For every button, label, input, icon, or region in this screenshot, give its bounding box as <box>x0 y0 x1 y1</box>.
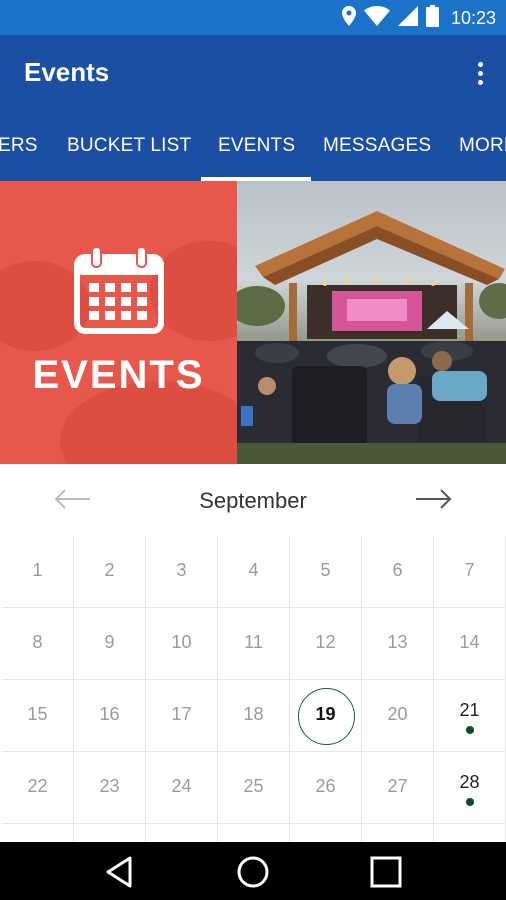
calendar-day-cell[interactable]: 22 <box>2 752 74 824</box>
calendar-day-cell[interactable]: 2 <box>74 536 146 608</box>
calendar-day-number: 4 <box>248 560 259 580</box>
calendar-day-number: 3 <box>176 560 187 580</box>
calendar-day-number: 24 <box>171 776 192 796</box>
calendar-day-cell[interactable]: 4 <box>218 536 290 608</box>
calendar-day-cell[interactable]: 3 <box>146 536 218 608</box>
calendar-day-cell[interactable]: 20 <box>362 680 434 752</box>
recents-icon[interactable] <box>368 854 404 890</box>
calendar-day-cell <box>146 824 218 842</box>
calendar-day-cell[interactable]: 11 <box>218 608 290 680</box>
calendar-day-number: 18 <box>243 704 264 724</box>
tab-bar: ERS BUCKET LIST EVENTS MESSAGES MORE <box>0 113 506 181</box>
event-dot-icon <box>465 798 474 806</box>
calendar-day-number: 1 <box>32 560 43 580</box>
calendar-day-cell[interactable]: 25 <box>218 752 290 824</box>
tab-ers[interactable]: ERS <box>0 113 38 181</box>
month-header: September <box>0 464 506 536</box>
calendar-day-cell[interactable]: 24 <box>146 752 218 824</box>
battery-icon <box>425 4 439 32</box>
status-icons: 10:23 <box>341 4 496 32</box>
calendar-day-cell <box>362 824 434 842</box>
calendar-day-number: 28 <box>459 772 480 792</box>
calendar-day-number: 17 <box>171 704 192 724</box>
calendar-day-cell[interactable]: 9 <box>74 608 146 680</box>
calendar-day-number: 23 <box>99 776 120 796</box>
calendar-day-cell[interactable]: 13 <box>362 608 434 680</box>
calendar-icon <box>74 246 164 334</box>
navigation-bar <box>0 842 506 900</box>
calendar-day-cell[interactable]: 15 <box>2 680 74 752</box>
status-bar: 10:23 <box>0 0 506 35</box>
wifi-icon <box>363 5 390 31</box>
calendar-day-cell[interactable]: 5 <box>290 536 362 608</box>
calendar-day-cell <box>218 824 290 842</box>
calendar-day-number: 6 <box>392 560 403 580</box>
calendar-day-number: 2 <box>104 560 115 580</box>
calendar-day-cell[interactable]: 26 <box>290 752 362 824</box>
calendar-day-cell[interactable]: 17 <box>146 680 218 752</box>
tab-more[interactable]: MORE <box>459 113 506 181</box>
hero-banner: EVENTS <box>0 181 506 464</box>
tab-bucket-list[interactable]: BUCKET LIST <box>67 113 191 181</box>
app-bar: Events <box>0 35 506 113</box>
calendar-day-number: 21 <box>459 700 480 720</box>
calendar-day-cell[interactable]: 8 <box>2 608 74 680</box>
calendar-day-number: 19 <box>315 704 336 724</box>
calendar-day-number: 12 <box>315 632 336 652</box>
calendar-day-number: 16 <box>99 704 120 724</box>
calendar-day-number: 27 <box>387 776 408 796</box>
page-title: Events <box>24 57 110 87</box>
signal-icon <box>397 5 418 31</box>
calendar-grid: 1 2 3 4 5 6 7 8 9 10 11 12 13 14 15 16 17 18 19 20 21 22 23 24 2… <box>2 536 506 842</box>
concert-scene <box>237 211 506 464</box>
calendar-day-number: 20 <box>387 704 408 724</box>
concert-photo <box>237 181 506 464</box>
calendar-day-number: 15 <box>27 704 48 724</box>
event-dot-icon <box>465 726 474 734</box>
calendar-day-cell[interactable]: 6 <box>362 536 434 608</box>
calendar-day-number: 9 <box>104 632 115 652</box>
hero-events-panel: EVENTS <box>0 181 237 464</box>
calendar-day-number: 11 <box>244 632 263 652</box>
back-icon[interactable] <box>102 854 138 890</box>
location-icon <box>341 5 356 31</box>
status-time: 10:23 <box>450 7 496 28</box>
calendar-day-number: 8 <box>32 632 43 652</box>
calendar-day-number: 26 <box>315 776 336 796</box>
tab-messages[interactable]: MESSAGES <box>323 113 431 181</box>
calendar-day-cell[interactable]: 7 <box>434 536 506 608</box>
calendar-day-number: 5 <box>320 560 331 580</box>
calendar-day-number: 22 <box>27 776 48 796</box>
calendar-day-cell <box>434 824 506 842</box>
calendar-day-cell[interactable]: 12 <box>290 608 362 680</box>
calendar-day-number: 13 <box>387 632 408 652</box>
calendar-day-cell[interactable]: 19 <box>290 680 362 752</box>
calendar-day-number: 7 <box>464 560 475 580</box>
calendar-day-number: 14 <box>459 632 480 652</box>
calendar-day-cell[interactable]: 10 <box>146 608 218 680</box>
calendar-day-number: 10 <box>171 632 192 652</box>
calendar-day-number: 25 <box>243 776 264 796</box>
calendar-day-cell[interactable]: 28 <box>434 752 506 824</box>
calendar-day-cell[interactable]: 29 <box>2 824 74 842</box>
home-icon[interactable] <box>235 854 271 890</box>
calendar-day-cell <box>290 824 362 842</box>
calendar-day-cell[interactable]: 16 <box>74 680 146 752</box>
calendar-day-cell[interactable]: 27 <box>362 752 434 824</box>
hero-title: EVENTS <box>32 353 205 397</box>
calendar-day-cell[interactable]: 14 <box>434 608 506 680</box>
calendar-day-cell[interactable]: 21 <box>434 680 506 752</box>
calendar-day-cell[interactable]: 1 <box>2 536 74 608</box>
calendar-day-cell[interactable]: 30 <box>74 824 146 842</box>
calendar-day-cell[interactable]: 23 <box>74 752 146 824</box>
arrow-right-icon[interactable] <box>414 484 454 514</box>
tab-events[interactable]: EVENTS <box>200 113 312 181</box>
more-vert-icon[interactable] <box>468 55 492 91</box>
calendar-day-cell[interactable]: 18 <box>218 680 290 752</box>
